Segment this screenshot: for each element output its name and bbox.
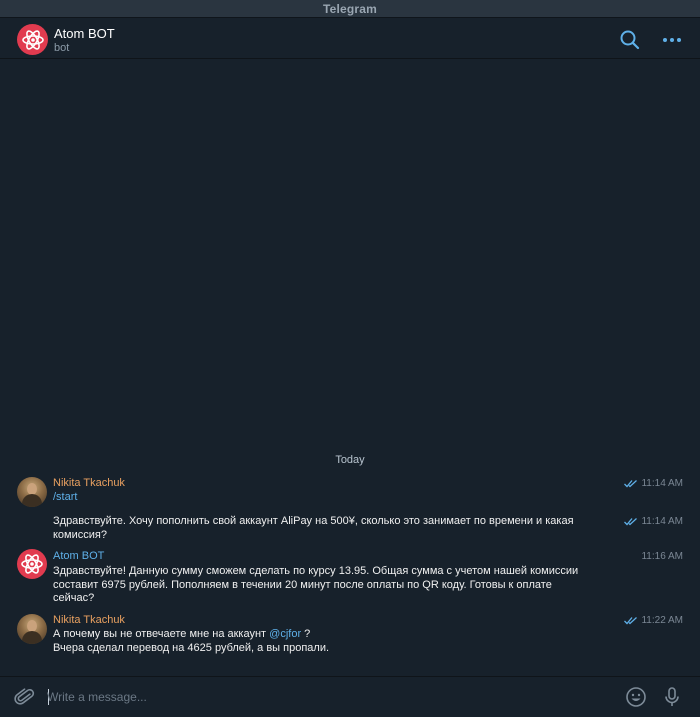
message-time: 11:14 AM — [624, 516, 683, 527]
message-time: 11:16 AM — [641, 551, 683, 562]
list-item: Здравствуйте! Данную сумму сможем сделат… — [53, 565, 579, 604]
chat-header: Atom BOT bot — [0, 19, 700, 59]
atom-icon — [21, 554, 43, 574]
atom-icon — [21, 29, 44, 50]
message-time: 11:14 AM — [624, 478, 683, 489]
message-input[interactable] — [47, 688, 567, 706]
paperclip-icon[interactable] — [14, 686, 36, 708]
bot-command-link[interactable]: /start — [53, 491, 77, 503]
avatar[interactable] — [17, 549, 47, 579]
chat-title[interactable]: Atom BOT — [54, 26, 115, 41]
double-check-icon — [624, 480, 638, 488]
list-item: /start — [53, 491, 593, 505]
double-check-icon — [624, 617, 638, 625]
compose-bar — [0, 676, 700, 717]
list-item: А почему вы не отвечаете мне на аккаунт … — [53, 628, 330, 654]
chat-status: bot — [54, 42, 70, 54]
message-time: 11:22 AM — [624, 615, 683, 626]
double-check-icon — [624, 518, 638, 526]
sender-name[interactable]: Atom BOT — [53, 550, 104, 562]
sender-name[interactable]: Nikita Tkachuk — [53, 477, 125, 489]
message-list[interactable]: Today Nikita Tkachuk /start 11:14 AM Здр… — [0, 60, 700, 676]
avatar[interactable] — [17, 477, 47, 507]
window-title: Telegram — [322, 1, 378, 16]
search-icon[interactable] — [619, 29, 641, 51]
list-item: Здравствуйте. Хочу пополнить свой аккаун… — [53, 515, 574, 541]
avatar[interactable] — [17, 614, 47, 644]
emoji-icon[interactable] — [625, 686, 647, 708]
mention-link[interactable]: @cjfor — [269, 628, 301, 640]
microphone-icon[interactable] — [661, 686, 683, 708]
chat-avatar[interactable] — [17, 24, 48, 55]
date-separator: Today — [335, 454, 365, 466]
sender-name[interactable]: Nikita Tkachuk — [53, 614, 125, 626]
more-icon[interactable] — [661, 29, 683, 51]
window-titlebar: Telegram — [0, 0, 700, 18]
